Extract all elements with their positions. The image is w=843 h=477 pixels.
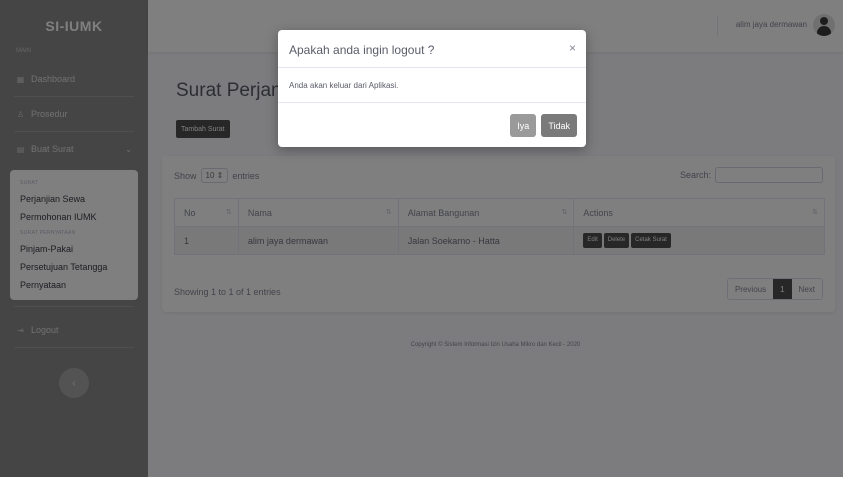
page: SI-IUMK MAIN ▦ Dashboard ♙ Prosedur ▤ Bu… <box>0 0 843 477</box>
close-icon[interactable]: × <box>569 41 576 55</box>
cancel-logout-button[interactable]: Tidak <box>541 114 577 137</box>
modal-body: Anda akan keluar dari Aplikasi. <box>278 68 586 103</box>
confirm-logout-button[interactable]: Iya <box>510 114 537 137</box>
modal-title: Apakah anda ingin logout ? <box>289 43 435 57</box>
modal-footer: Iya Tidak <box>510 114 577 137</box>
logout-modal: Apakah anda ingin logout ? × Anda akan k… <box>278 30 586 147</box>
modal-header: Apakah anda ingin logout ? × <box>278 30 586 68</box>
